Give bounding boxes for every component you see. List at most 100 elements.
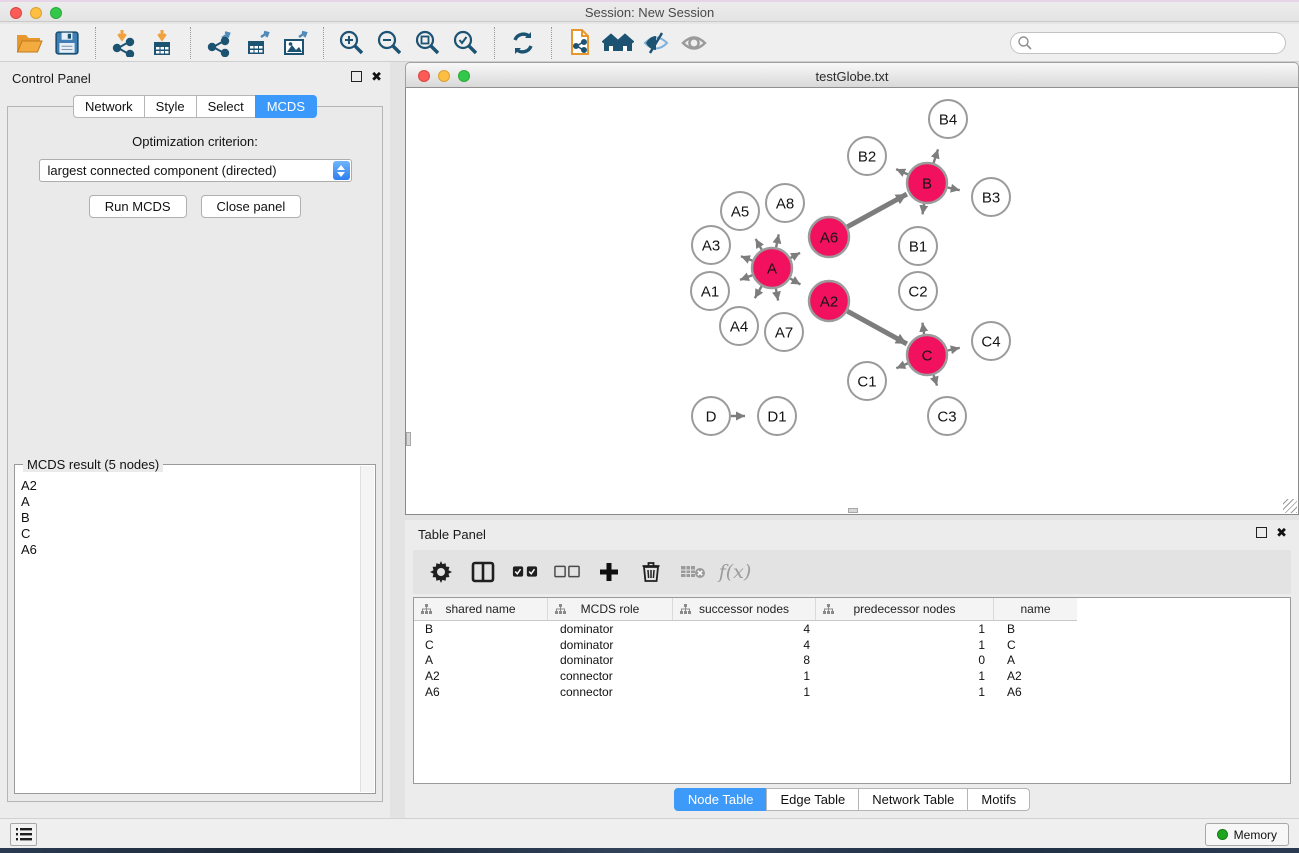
graph-node-B3[interactable]: B3 — [972, 178, 1010, 216]
result-item[interactable]: B — [21, 510, 374, 526]
run-mcds-button[interactable]: Run MCDS — [89, 195, 187, 218]
result-item[interactable]: C — [21, 526, 374, 542]
search-input[interactable] — [1033, 34, 1285, 52]
column-header-successor-nodes[interactable]: successor nodes — [673, 598, 816, 621]
column-header-predecessor-nodes[interactable]: predecessor nodes — [816, 598, 994, 621]
import-table-icon[interactable] — [143, 26, 181, 60]
result-scrollbar[interactable] — [360, 466, 374, 792]
table-row[interactable]: Adominator80A — [414, 652, 1290, 668]
table-cell[interactable]: C — [994, 638, 1077, 652]
tab-network-table[interactable]: Network Table — [858, 788, 968, 811]
delete-column-icon[interactable] — [638, 559, 664, 585]
graph-node-A8[interactable]: A8 — [766, 184, 804, 222]
float-table-panel-icon[interactable] — [1256, 527, 1267, 538]
table-cell[interactable]: 1 — [816, 622, 994, 636]
table-cell[interactable]: 1 — [816, 685, 994, 699]
result-item[interactable]: A2 — [21, 478, 374, 494]
graph-edge-A-A6[interactable] — [790, 253, 800, 258]
memory-button[interactable]: Memory — [1205, 823, 1289, 846]
table-cell[interactable]: 8 — [673, 653, 816, 667]
node-table[interactable]: shared name MCDS role successor nodes pr… — [413, 597, 1291, 784]
table-cell[interactable]: A2 — [994, 669, 1077, 683]
table-cell[interactable]: 1 — [673, 669, 816, 683]
open-session-icon[interactable] — [10, 26, 48, 60]
graph-node-C4[interactable]: C4 — [972, 322, 1010, 360]
tab-mcds[interactable]: MCDS — [255, 95, 317, 118]
graph-edge-C-C1[interactable] — [896, 363, 907, 368]
column-header-mcds-role[interactable]: MCDS role — [548, 598, 673, 621]
criterion-select[interactable]: largest connected component (directed) — [39, 159, 352, 182]
network-window-titlebar[interactable]: testGlobe.txt — [405, 62, 1299, 88]
deselect-all-icon[interactable] — [554, 559, 580, 585]
table-cell[interactable]: A — [994, 653, 1077, 667]
save-session-icon[interactable] — [48, 26, 86, 60]
network-from-file-icon[interactable] — [561, 26, 599, 60]
zoom-fit-icon[interactable] — [409, 26, 447, 60]
zoom-selected-icon[interactable] — [447, 26, 485, 60]
graph-node-C2[interactable]: C2 — [899, 272, 937, 310]
close-panel-icon[interactable]: ✖ — [371, 71, 382, 82]
graph-edge-C-C2[interactable] — [922, 323, 924, 335]
graph-edge-A-A7[interactable] — [776, 289, 778, 301]
table-cell[interactable]: dominator — [548, 638, 673, 652]
table-cell[interactable]: B — [414, 622, 548, 636]
graph-node-C3[interactable]: C3 — [928, 397, 966, 435]
graph-edge-A-A1[interactable] — [740, 275, 752, 280]
graph-edge-A-A8[interactable] — [776, 234, 779, 247]
table-cell[interactable]: 4 — [673, 622, 816, 636]
graph-edge-A-A2[interactable] — [790, 279, 800, 285]
graph-edge-A6-B[interactable] — [847, 194, 906, 227]
function-builder-icon[interactable]: f(x) — [722, 559, 748, 585]
table-cell[interactable]: A6 — [414, 685, 548, 699]
graph-node-A3[interactable]: A3 — [692, 226, 730, 264]
task-history-button[interactable] — [10, 823, 37, 846]
graph-edge-B-B3[interactable] — [948, 187, 960, 190]
table-row[interactable]: A6connector11A6 — [414, 684, 1290, 700]
select-all-icon[interactable] — [512, 559, 538, 585]
refresh-view-icon[interactable] — [504, 26, 542, 60]
import-network-icon[interactable] — [105, 26, 143, 60]
select-stepper-icon[interactable] — [333, 161, 350, 180]
table-cell[interactable]: C — [414, 638, 548, 652]
table-cell[interactable]: B — [994, 622, 1077, 636]
table-cell[interactable]: dominator — [548, 653, 673, 667]
table-cell[interactable]: 1 — [816, 638, 994, 652]
delete-table-icon[interactable] — [680, 559, 706, 585]
zoom-out-icon[interactable] — [371, 26, 409, 60]
graph-node-C1[interactable]: C1 — [848, 362, 886, 400]
table-cell[interactable]: connector — [548, 669, 673, 683]
table-cell[interactable]: A6 — [994, 685, 1077, 699]
table-cell[interactable]: connector — [548, 685, 673, 699]
graph-node-A2[interactable]: A2 — [809, 281, 849, 321]
graph-node-A5[interactable]: A5 — [721, 192, 759, 230]
search-field[interactable] — [1010, 32, 1286, 54]
tab-node-table[interactable]: Node Table — [674, 788, 768, 811]
vertical-scrollbar-thumb[interactable] — [406, 432, 411, 446]
settings-gear-icon[interactable] — [428, 559, 454, 585]
tab-edge-table[interactable]: Edge Table — [766, 788, 859, 811]
export-image-icon[interactable] — [276, 26, 314, 60]
table-cell[interactable]: A2 — [414, 669, 548, 683]
result-item[interactable]: A — [21, 494, 374, 510]
graph-edge-A-A4[interactable] — [755, 286, 762, 298]
graph-node-A7[interactable]: A7 — [765, 313, 803, 351]
close-table-panel-icon[interactable]: ✖ — [1276, 527, 1287, 538]
graph-node-D[interactable]: D — [692, 397, 730, 435]
graph-node-B[interactable]: B — [907, 163, 947, 203]
graph-edge-B-B2[interactable] — [896, 169, 908, 174]
tab-select[interactable]: Select — [196, 95, 256, 118]
column-header-shared-name[interactable]: shared name — [414, 598, 548, 621]
show-detail-icon[interactable] — [675, 26, 713, 60]
graph-edge-C-C4[interactable] — [948, 348, 960, 351]
table-cell[interactable]: A — [414, 653, 548, 667]
close-panel-button[interactable]: Close panel — [201, 195, 302, 218]
tab-network[interactable]: Network — [73, 95, 145, 118]
graph-node-C[interactable]: C — [907, 335, 947, 375]
graph-edge-B-B1[interactable] — [923, 204, 925, 215]
graph-node-A1[interactable]: A1 — [691, 272, 729, 310]
table-cell[interactable]: 1 — [816, 669, 994, 683]
zoom-in-icon[interactable] — [333, 26, 371, 60]
table-row[interactable]: A2connector11A2 — [414, 668, 1290, 684]
table-cell[interactable]: 1 — [673, 685, 816, 699]
tab-style[interactable]: Style — [144, 95, 197, 118]
